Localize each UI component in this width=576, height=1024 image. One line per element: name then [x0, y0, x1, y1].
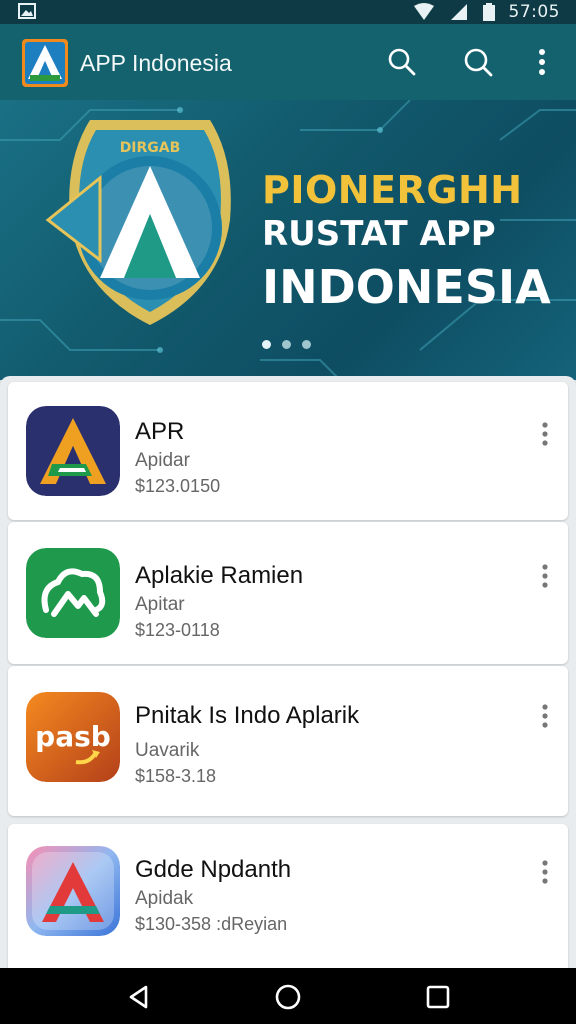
navigation-bar	[0, 968, 576, 1024]
gallery-icon	[18, 3, 36, 19]
app-developer: Uavarik	[135, 740, 200, 761]
emblem-text: DIRGAB	[120, 140, 181, 156]
back-icon[interactable]	[124, 982, 154, 1012]
banner-line-2: RUSTAT APP	[262, 214, 496, 254]
app-bar: APP Indonesia	[0, 24, 576, 100]
app-card[interactable]: APR Apidar $123.0150	[8, 382, 568, 520]
svg-text:pasb: pasb	[35, 720, 111, 753]
carousel-indicator[interactable]	[262, 340, 311, 349]
recents-icon[interactable]	[423, 982, 453, 1012]
app-price: $130-358 :dReyian	[135, 914, 288, 934]
status-time: 57:05	[508, 2, 560, 22]
app-card[interactable]: pasb Pnitak Is Indo Aplarik Uavarik $158…	[8, 666, 568, 816]
app-logo-icon	[22, 39, 68, 87]
app-name: APR	[135, 418, 185, 445]
overflow-menu-icon[interactable]	[538, 562, 552, 590]
promo-banner[interactable]: DIRGAB PIONERGHH RUSTAT APP INDONESIA	[0, 100, 576, 380]
app-price: $123.0150	[135, 476, 221, 496]
app-price: $123-0118	[135, 620, 220, 640]
banner-line-1: PIONERGHH	[262, 168, 523, 212]
signal-icon	[450, 4, 467, 20]
search-icon[interactable]	[460, 44, 496, 80]
app-name: Pnitak Is Indo Aplarik	[135, 702, 360, 729]
overflow-menu-icon[interactable]	[538, 858, 552, 886]
overflow-menu-icon[interactable]	[538, 702, 552, 730]
app-price: $158-3.18	[135, 766, 217, 786]
app-name: Aplakie Ramien	[135, 562, 304, 589]
more-vert-icon[interactable]	[524, 44, 560, 80]
wifi-icon	[413, 3, 434, 20]
app-developer: Apitar	[135, 594, 185, 615]
cloud-mountain-logo-icon	[26, 548, 120, 638]
battery-icon	[482, 3, 495, 21]
rainbow-a-logo-icon	[26, 846, 120, 936]
app-developer: Apidar	[135, 450, 190, 471]
app-card[interactable]: Aplakie Ramien Apitar $123-0118	[8, 522, 568, 664]
app-a-logo-icon	[26, 406, 120, 496]
search-icon[interactable]	[384, 44, 420, 80]
app-title: APP Indonesia	[80, 50, 232, 76]
app-list: APR Apidar $123.0150 Aplakie Ramien Apit…	[0, 376, 576, 968]
carousel-dot[interactable]	[282, 340, 291, 349]
app-card[interactable]: Gdde Npdanth Apidak $130-358 :dReyian	[8, 824, 568, 968]
banner-line-3: INDONESIA	[262, 260, 551, 314]
home-icon[interactable]	[273, 982, 303, 1012]
app-developer: Apidak	[135, 888, 194, 909]
pasb-logo-icon: pasb	[26, 692, 120, 782]
app-name: Gdde Npdanth	[135, 856, 292, 883]
carousel-dot[interactable]	[302, 340, 311, 349]
overflow-menu-icon[interactable]	[538, 420, 552, 448]
status-bar: 57:05	[0, 0, 576, 24]
carousel-dot[interactable]	[262, 340, 271, 349]
